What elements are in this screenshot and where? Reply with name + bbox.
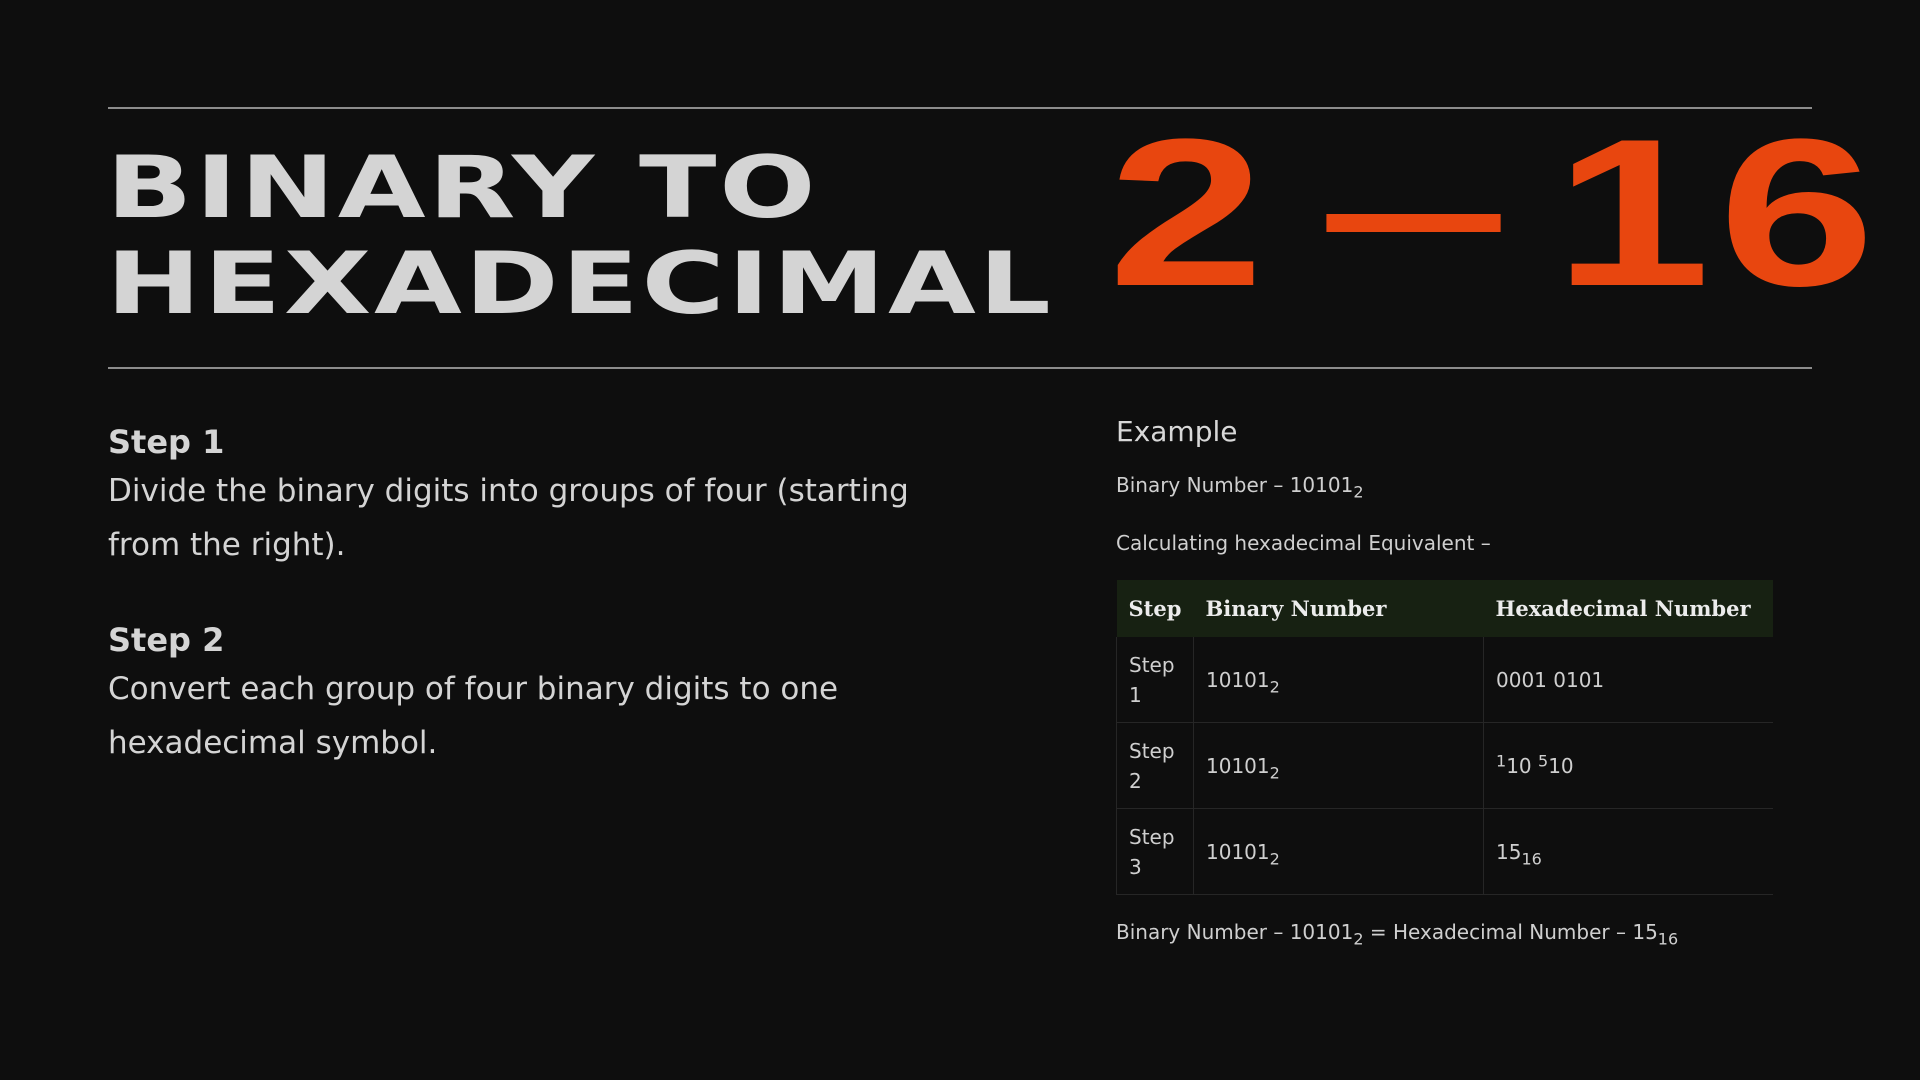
table-row: Step 2 101012 110 510 <box>1116 722 1773 809</box>
example-heading: Example <box>1116 415 1238 448</box>
table-row: Step 1 101012 0001 0101 <box>1116 637 1773 723</box>
calculation-label: Calculating hexadecimal Equivalent – <box>1116 531 1491 555</box>
binary-value: 10101 <box>1206 753 1270 778</box>
table-row: Step 3 101012 1516 <box>1116 808 1773 895</box>
binary-value: 10101 <box>1206 839 1270 864</box>
result-binary-base: 2 <box>1353 929 1364 949</box>
title-line-1: BINARY TO <box>106 138 819 238</box>
binary-cell: 101012 <box>1193 808 1484 895</box>
hex-digit: 1 <box>1496 751 1507 771</box>
step-cell: Step 3 <box>1116 808 1194 895</box>
header-step: Step <box>1116 580 1194 637</box>
result-hex-value: 15 <box>1632 920 1658 944</box>
step-1: Step 1 Divide the binary digits into gro… <box>108 420 988 572</box>
result-line: Binary Number – 101012 = Hexadecimal Num… <box>1116 917 1776 947</box>
step-cell: Step 2 <box>1116 722 1194 809</box>
binary-number-line: Binary Number – 101012 <box>1116 470 1776 500</box>
base-from: 2 <box>1108 95 1273 330</box>
step-description: Divide the binary digits into groups of … <box>108 473 909 563</box>
header-hex: Hexadecimal Number <box>1483 580 1773 637</box>
binary-cell: 101012 <box>1193 722 1484 809</box>
title-line-2: HEXADECIMAL <box>106 234 1054 334</box>
binary-cell: 101012 <box>1193 637 1484 723</box>
hex-cell: 1516 <box>1483 808 1773 895</box>
bottom-divider <box>108 367 1812 369</box>
example-panel: Example Binary Number – 101012 Calculati… <box>1116 412 1776 947</box>
base-conversion-display: 2 16 <box>1108 108 1883 318</box>
header-binary: Binary Number <box>1193 580 1484 637</box>
table-header-row: Step Binary Number Hexadecimal Number <box>1116 580 1773 637</box>
step-word: Step <box>1129 824 1175 849</box>
step-title: Step 1 <box>108 423 225 461</box>
step-description: Convert each group of four binary digits… <box>108 671 839 761</box>
step-title: Step 2 <box>108 621 225 659</box>
hex-value: 15 <box>1496 839 1522 864</box>
binary-label: Binary Number – <box>1116 473 1290 497</box>
hex-base: 16 <box>1521 849 1542 869</box>
conversion-table: Step Binary Number Hexadecimal Number St… <box>1116 580 1773 895</box>
hex-digit: 5 <box>1538 751 1549 771</box>
step-2: Step 2 Convert each group of four binary… <box>108 618 988 770</box>
step-word: Step <box>1129 652 1175 677</box>
binary-base: 2 <box>1269 677 1280 697</box>
result-binary-value: 10101 <box>1289 920 1354 944</box>
binary-value: 10101 <box>1289 473 1354 497</box>
step-number: 1 <box>1129 682 1142 707</box>
binary-value: 10101 <box>1206 667 1270 692</box>
hex-cell: 110 510 <box>1483 722 1773 809</box>
binary-base: 2 <box>1269 849 1280 869</box>
binary-base: 2 <box>1353 482 1364 502</box>
result-binary-label: Binary Number – <box>1116 920 1290 944</box>
result-hex-base: 16 <box>1657 929 1679 949</box>
base-to: 16 <box>1553 95 1884 330</box>
hex-cell: 0001 0101 <box>1483 637 1773 723</box>
binary-base: 2 <box>1269 763 1280 783</box>
step-word: Step <box>1129 738 1175 763</box>
step-number: 3 <box>1129 854 1142 879</box>
hex-base: 10 <box>1506 753 1532 778</box>
equals-sign: = <box>1363 920 1393 944</box>
hex-base: 10 <box>1548 753 1574 778</box>
dash-icon <box>1326 214 1501 232</box>
page-title: BINARY TO HEXADECIMAL <box>106 140 1053 332</box>
step-cell: Step 1 <box>1116 637 1194 723</box>
result-hex-label: Hexadecimal Number – <box>1392 920 1633 944</box>
steps-section: Step 1 Divide the binary digits into gro… <box>108 420 988 816</box>
step-number: 2 <box>1129 768 1142 793</box>
